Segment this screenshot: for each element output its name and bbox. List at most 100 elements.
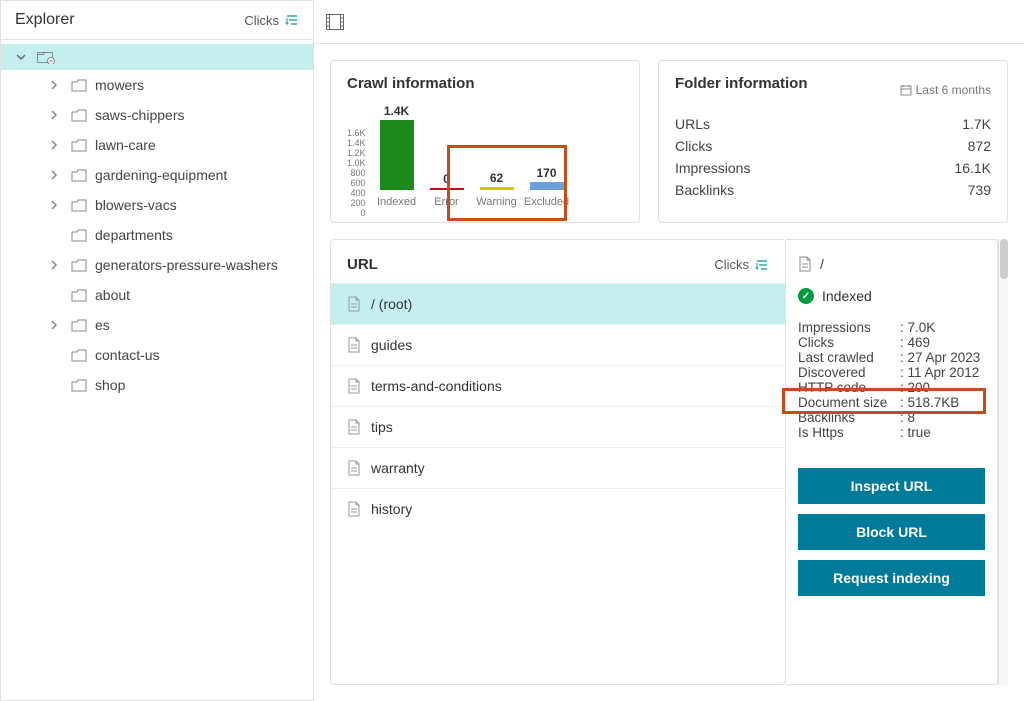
detail-stat-key: Last crawled — [798, 350, 900, 365]
tree-item[interactable]: departments — [1, 220, 313, 250]
y-tick: 400 — [347, 188, 366, 198]
detail-stat-value: : 27 Apr 2023 — [900, 350, 980, 365]
bar-label: Excluded — [524, 196, 569, 208]
url-sort-clicks[interactable]: Clicks — [714, 257, 769, 272]
chevron-right-icon — [49, 170, 63, 180]
y-tick: 800 — [347, 168, 366, 178]
status-label: Indexed — [822, 288, 872, 304]
chart-bar-error[interactable]: 0Error — [422, 172, 472, 208]
action-button-request-indexing[interactable]: Request indexing — [798, 560, 985, 596]
document-icon — [798, 256, 812, 272]
url-label: / (root) — [371, 296, 412, 312]
sort-by-clicks[interactable]: Clicks — [244, 13, 299, 28]
sidebar-header: Explorer Clicks — [1, 1, 313, 40]
tree-item-label: contact-us — [95, 347, 160, 363]
tree-root-item[interactable] — [1, 44, 313, 70]
detail-stat-value: : 469 — [900, 335, 930, 350]
bar-rect — [430, 188, 464, 190]
stat-key: URLs — [675, 116, 710, 132]
url-list-title: URL — [347, 256, 378, 273]
detail-stat-key: Is Https — [798, 425, 900, 440]
chart-bars: 1.4KIndexed0Error62Warning170Excluded — [372, 104, 572, 208]
detail-stat-row: Last crawled: 27 Apr 2023 — [798, 350, 985, 365]
folder-tree: mowerssaws-chipperslawn-care gardening-eq… — [1, 40, 313, 404]
detail-stat-value: : 11 Apr 2012 — [900, 365, 979, 380]
tree-item[interactable]: blowers-vacs — [1, 190, 313, 220]
url-row[interactable]: warranty — [331, 447, 785, 488]
url-row[interactable]: terms-and-conditions — [331, 365, 785, 406]
url-list-card: URL Clicks / (root) guides terms-and-condi… — [330, 239, 786, 685]
chevron-right-icon — [49, 140, 63, 150]
detail-stat-key: Impressions — [798, 320, 900, 335]
chart-bar-warning[interactable]: 62Warning — [472, 171, 522, 208]
document-icon — [347, 460, 361, 476]
tree-item-label: gardening-equipment — [95, 167, 227, 183]
tree-item[interactable]: generators-pressure-washers — [1, 250, 313, 280]
folder-info-card: Folder information Last 6 months URLs1.7… — [658, 60, 1008, 223]
tree-item[interactable]: saws-chippers — [1, 100, 313, 130]
folder-title: Folder information — [675, 75, 808, 92]
stat-value: 872 — [968, 138, 991, 154]
url-label: terms-and-conditions — [371, 378, 502, 394]
detail-stat-row: Document size: 518.7KB — [798, 395, 985, 410]
url-row[interactable]: / (root) — [331, 283, 785, 324]
tree-item[interactable]: lawn-care — [1, 130, 313, 160]
sort-label: Clicks — [244, 13, 279, 28]
chevron-right-icon — [49, 110, 63, 120]
detail-stat-row: HTTP code: 200 — [798, 380, 985, 395]
tree-item-label: generators-pressure-washers — [95, 257, 278, 273]
main-toolbar — [314, 0, 1024, 44]
url-row[interactable]: tips — [331, 406, 785, 447]
url-label: warranty — [371, 460, 425, 476]
crawl-info-card: Crawl information 1.6K1.4K1.2K1.0K800600… — [330, 60, 640, 223]
filmstrip-icon[interactable] — [326, 14, 344, 30]
folder-icon — [71, 349, 87, 362]
sidebar-title: Explorer — [15, 11, 75, 29]
bar-value: 1.4K — [384, 104, 409, 118]
folder-stat-row: Backlinks739 — [675, 182, 991, 198]
detail-stat-value: : 8 — [900, 410, 915, 425]
tree-item[interactable]: gardening-equipment — [1, 160, 313, 190]
sort-icon — [755, 258, 769, 272]
url-row[interactable]: guides — [331, 324, 785, 365]
action-button-inspect-url[interactable]: Inspect URL — [798, 468, 985, 504]
stat-key: Backlinks — [675, 182, 734, 198]
folder-icon — [71, 199, 87, 212]
date-range-label: Last 6 months — [916, 83, 991, 97]
document-icon — [347, 337, 361, 353]
folder-icon — [71, 259, 87, 272]
detail-stat-value: : 518.7KB — [900, 395, 959, 410]
explorer-sidebar: Explorer Clicks mowerssaws-chipperslawn-… — [0, 0, 314, 701]
scroll-thumb[interactable] — [1000, 239, 1008, 279]
chevron-down-icon — [15, 51, 29, 63]
chart-bar-excluded[interactable]: 170Excluded — [522, 166, 572, 209]
tree-item[interactable]: mowers — [1, 70, 313, 100]
bar-label: Warning — [476, 196, 517, 208]
tree-item[interactable]: about — [1, 280, 313, 310]
chart-bar-indexed[interactable]: 1.4KIndexed — [372, 104, 422, 208]
tree-item[interactable]: shop — [1, 370, 313, 400]
date-range[interactable]: Last 6 months — [900, 83, 991, 97]
tree-item-label: blowers-vacs — [95, 197, 177, 213]
document-icon — [347, 296, 361, 312]
bar-rect — [530, 182, 564, 191]
stat-key: Impressions — [675, 160, 750, 176]
detail-stat-row: Is Https: true — [798, 425, 985, 440]
tree-item[interactable]: es — [1, 310, 313, 340]
chart-y-axis: 1.6K1.4K1.2K1.0K8006004002000 — [347, 128, 368, 208]
scrollbar[interactable] — [998, 239, 1008, 685]
main-area: Crawl information 1.6K1.4K1.2K1.0K800600… — [314, 0, 1024, 701]
y-tick: 0 — [347, 208, 366, 218]
detail-stat-row: Backlinks: 8 — [798, 410, 985, 425]
chevron-right-icon — [49, 320, 63, 330]
tree-item[interactable]: contact-us — [1, 340, 313, 370]
url-detail-card: / ✓ Indexed Impressions: 7.0KClicks: 469… — [786, 239, 998, 685]
url-row[interactable]: history — [331, 488, 785, 529]
folder-icon — [71, 169, 87, 182]
tree-item-label: departments — [95, 227, 173, 243]
y-tick: 1.6K — [347, 128, 366, 138]
calendar-icon — [900, 84, 912, 96]
detail-stat-key: Backlinks — [798, 410, 900, 425]
action-button-block-url[interactable]: Block URL — [798, 514, 985, 550]
stat-key: Clicks — [675, 138, 712, 154]
